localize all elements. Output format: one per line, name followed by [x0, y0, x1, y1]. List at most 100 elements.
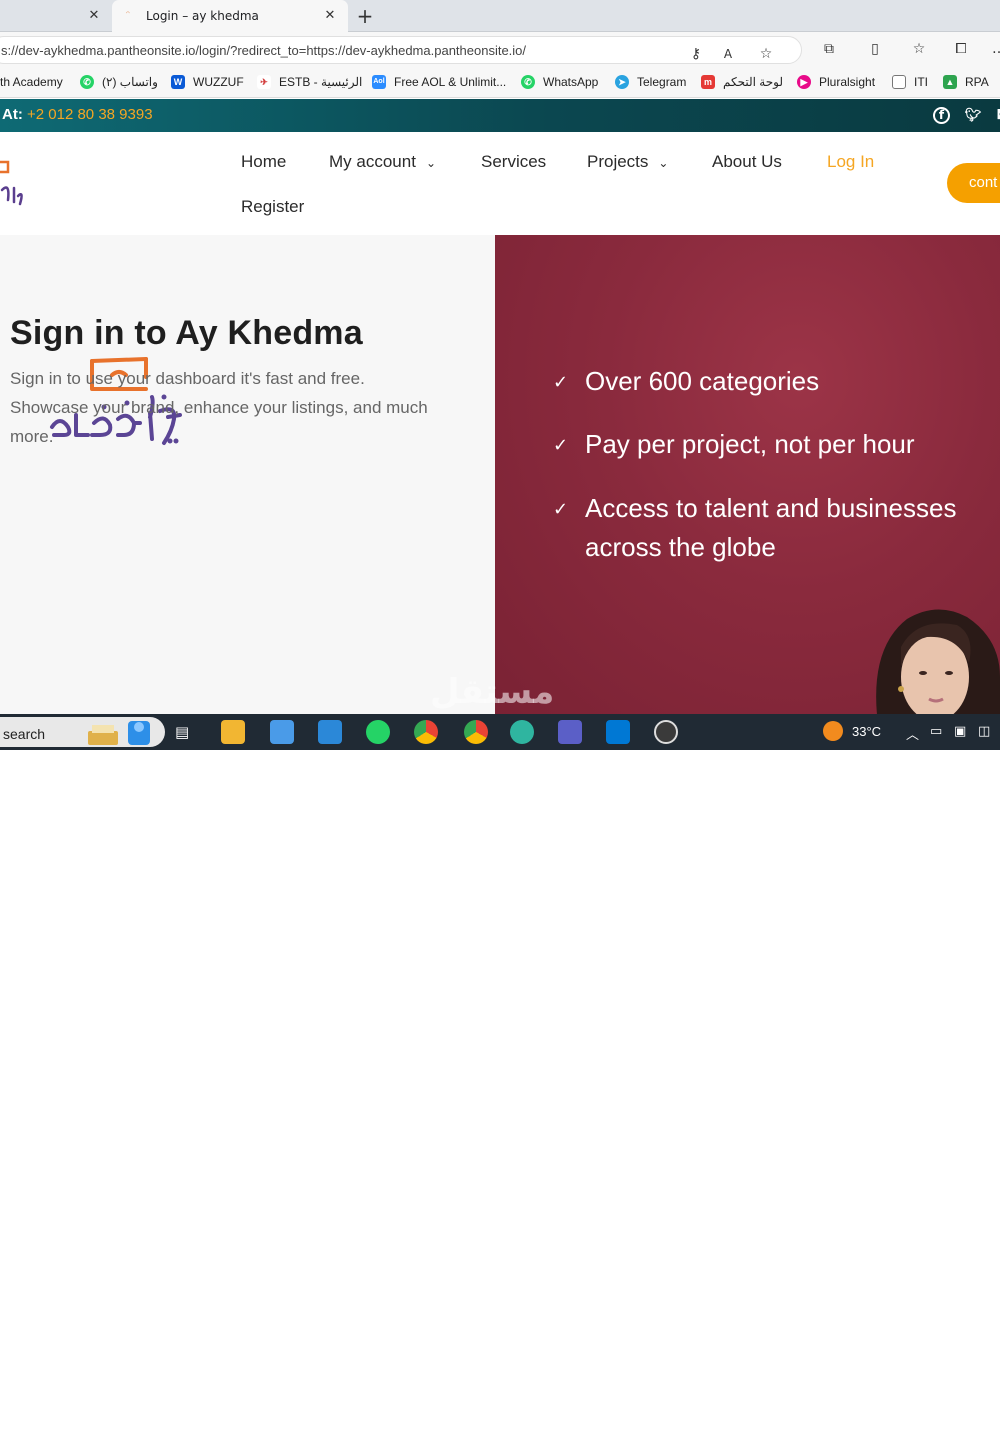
chevron-up-icon[interactable]: ︿ [906, 724, 919, 743]
contact-bar: At: +2 012 80 38 9393 f 🐦︎ ◘ [0, 99, 1000, 132]
chrome-icon[interactable] [414, 720, 438, 744]
bookmark-label: th Academy [0, 75, 63, 89]
facebook-icon[interactable]: f [933, 107, 950, 124]
file-explorer-icon[interactable] [221, 720, 245, 744]
phone-number: +2 012 80 38 9393 [27, 106, 153, 123]
bookmark-whatsapp-ar[interactable]: ✆ واتساب (٢) [80, 75, 158, 89]
bookmark-iti[interactable]: ITI [892, 75, 928, 89]
favorites-icon[interactable]: ☆ [910, 40, 928, 58]
weather-icon[interactable] [823, 721, 843, 741]
bookmark-label: WhatsApp [543, 75, 599, 89]
login-description: Sign in to use your dashboard it's fast … [10, 369, 428, 446]
tab-inactive[interactable]: ✕ [0, 0, 112, 32]
page-title: Sign in to Ay Khedma [10, 314, 363, 352]
bookmark-pluralsight[interactable]: ▶ Pluralsight [797, 75, 875, 89]
collections-icon[interactable]: ⧠ [952, 40, 970, 58]
bookmark-estb[interactable]: ✈ ESTB - الرئيسية [257, 75, 362, 89]
chevron-down-icon: ⌄ [658, 156, 669, 170]
bookmark-whatsapp[interactable]: ✆ WhatsApp [521, 75, 598, 89]
twitter-icon[interactable]: 🐦︎ [964, 107, 982, 125]
nav-home[interactable]: Home [241, 152, 286, 172]
bookmarks-bar: th Academy ✆ واتساب (٢) W WUZZUF ✈ ESTB … [0, 68, 1000, 98]
search-highlight-icon [88, 721, 150, 745]
pluralsight-icon: ▶ [797, 75, 811, 89]
person-photo [876, 609, 1000, 715]
vscode-icon[interactable] [606, 720, 630, 744]
rpa-icon: ▲ [943, 75, 957, 89]
bookmark-label: RPA [965, 75, 989, 89]
chevron-down-icon: ⌄ [425, 156, 436, 170]
nav-register[interactable]: Register [241, 197, 304, 217]
watermark-url: mostaql.com [463, 1428, 532, 1442]
nav-login[interactable]: Log In [827, 152, 874, 172]
edge-icon[interactable] [510, 720, 534, 744]
teams-icon[interactable] [558, 720, 582, 744]
nav-my-account-label: My account [329, 152, 416, 171]
more-icon[interactable]: … [990, 40, 1000, 58]
check-icon: ✓ [553, 499, 569, 520]
instagram-icon[interactable]: ◘ [993, 107, 1000, 125]
bookmark-wuzzuf[interactable]: W WUZZUF [171, 75, 244, 89]
bookmark-rpa[interactable]: ▲ RPA [943, 75, 989, 89]
address-bar[interactable]: s://dev-aykhedma.pantheonsite.io/login/?… [0, 36, 802, 64]
temperature: 33°C [852, 724, 882, 739]
nav-my-account[interactable]: My account ⌄ [329, 152, 436, 172]
split-screen-icon[interactable]: ▯ [866, 40, 884, 58]
page-icon [892, 75, 906, 89]
network-icon[interactable]: ◫ [978, 724, 990, 739]
read-aloud-icon[interactable]: A [719, 45, 737, 63]
bookmark-telegram[interactable]: ➤ Telegram [615, 75, 686, 89]
features-panel: ✓ Over 600 categories ✓ Pay per project,… [495, 235, 1000, 715]
tab-title: Login – ay khedma [146, 9, 259, 23]
extensions-icon[interactable]: ⧉ [820, 40, 838, 58]
key-icon[interactable]: ⚷ [687, 45, 705, 63]
close-tab-icon[interactable]: ✕ [322, 8, 338, 24]
close-tab-icon[interactable]: ✕ [86, 8, 102, 24]
store-icon[interactable] [270, 720, 294, 744]
contact-phone[interactable]: At: +2 012 80 38 9393 [2, 106, 153, 123]
whatsapp-icon: ✆ [80, 75, 94, 89]
contact-prefix: At: [2, 106, 23, 123]
nav-about[interactable]: About Us [712, 152, 782, 172]
site-logo-icon[interactable] [0, 160, 26, 208]
battery-icon[interactable]: ▭ [930, 724, 942, 739]
chrome-profile-icon[interactable] [464, 720, 488, 744]
feature-item: Over 600 categories [585, 366, 820, 396]
task-view-icon[interactable]: ▤ [175, 723, 189, 741]
bookmark-panel[interactable]: m لوحة التحكم [701, 75, 783, 89]
contact-button[interactable]: cont [947, 163, 1000, 203]
estb-icon: ✈ [257, 75, 271, 89]
search-label: search [3, 726, 46, 742]
nav-services[interactable]: Services [481, 152, 546, 172]
favorite-star-icon[interactable]: ☆ [757, 45, 775, 63]
bookmark-aol[interactable]: Aol Free AOL & Unlimit... [372, 75, 506, 89]
telegram-icon: ➤ [615, 75, 629, 89]
nav-projects[interactable]: Projects ⌄ [587, 152, 668, 172]
bookmark-label: Free AOL & Unlimit... [394, 75, 507, 89]
watermark-logo: مستقل [430, 672, 555, 712]
login-intro-panel [0, 235, 495, 715]
whatsapp-icon[interactable] [366, 720, 390, 744]
bookmark-academy[interactable]: th Academy [0, 75, 63, 89]
check-icon: ✓ [553, 372, 569, 393]
url-text: s://dev-aykhedma.pantheonsite.io/login/?… [1, 43, 527, 58]
feature-item: across the globe [585, 532, 776, 562]
bookmark-label: WUZZUF [193, 75, 244, 89]
site-header: Home My account ⌄ Services Projects ⌄ Abou… [0, 132, 1000, 235]
whatsapp-icon: ✆ [521, 75, 535, 89]
bookmark-label: Pluralsight [819, 75, 876, 89]
bookmark-label: ITI [914, 75, 928, 89]
site-favicon-icon: ᵔ [126, 10, 131, 21]
meet-now-icon[interactable]: ▣ [954, 724, 966, 739]
bookmark-label: لوحة التحكم [723, 75, 784, 89]
media-player-icon[interactable] [654, 720, 678, 744]
aol-icon: Aol [372, 75, 386, 89]
bookmark-label: Telegram [637, 75, 687, 89]
tab-login[interactable]: ᵔ Login – ay khedma ✕ [112, 0, 348, 32]
taskbar: search ▤ mostaql.com 33°C ︿ ▭ ▣ ◫ [0, 714, 1000, 1442]
taskbar-search[interactable]: search [0, 717, 165, 747]
new-tab-icon[interactable]: + [354, 5, 376, 27]
feature-item: Access to talent and businesses [585, 493, 957, 523]
check-icon: ✓ [553, 435, 569, 456]
mail-icon[interactable] [318, 720, 342, 744]
